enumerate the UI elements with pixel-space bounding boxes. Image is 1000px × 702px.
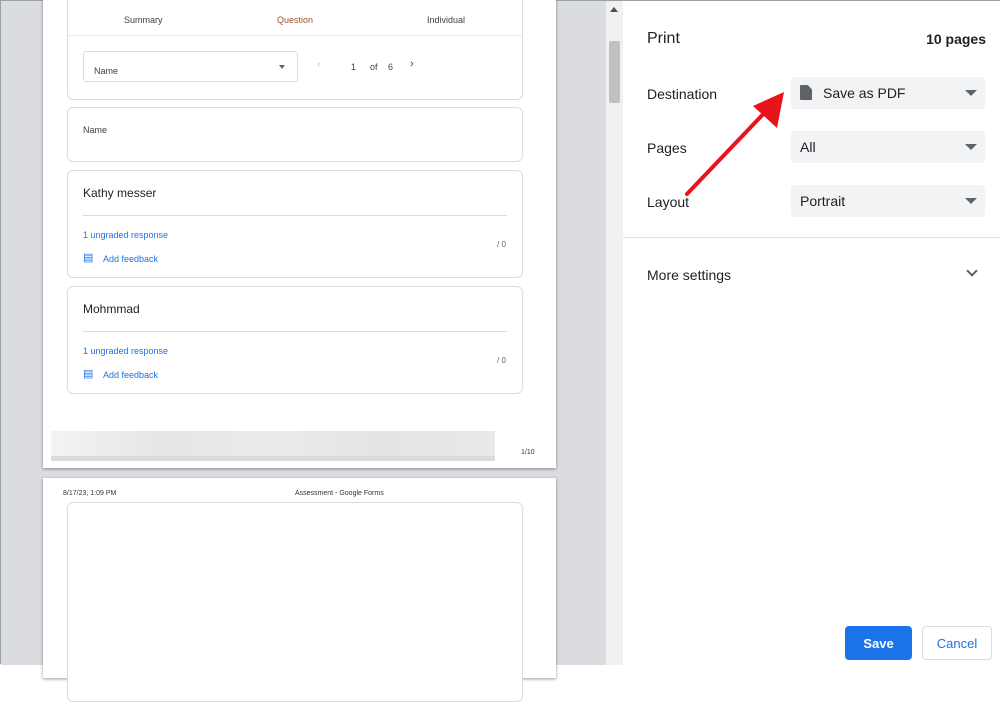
- ungraded-link[interactable]: 1 ungraded response: [83, 230, 168, 240]
- dropdown-caret-icon: [965, 90, 977, 96]
- pages-select[interactable]: All: [791, 131, 985, 163]
- destination-select[interactable]: Save as PDF: [791, 77, 985, 109]
- add-feedback-link[interactable]: Add feedback: [103, 254, 158, 264]
- layout-value: Portrait: [800, 193, 846, 209]
- chevron-down-icon: [966, 265, 978, 277]
- file-icon: [800, 85, 812, 100]
- save-button[interactable]: Save: [845, 626, 912, 660]
- score: / 0: [497, 240, 506, 249]
- feedback-icon: ▤: [83, 252, 94, 264]
- cancel-button[interactable]: Cancel: [922, 626, 992, 660]
- pager-total: 6: [388, 62, 394, 72]
- preview-page-1: Summary Question Individual Name ‹ 1 of …: [43, 0, 556, 468]
- panel-title: Print: [647, 30, 680, 47]
- more-settings-toggle[interactable]: More settings: [623, 251, 1000, 297]
- print-preview: Summary Question Individual Name ‹ 1 of …: [1, 0, 606, 702]
- dropdown-caret-icon: [279, 65, 285, 69]
- pager-current: 1: [351, 62, 357, 72]
- tab-summary[interactable]: Summary: [124, 15, 163, 25]
- question-card: Name: [67, 107, 523, 162]
- feedback-icon: ▤: [83, 368, 94, 380]
- pager-of: of: [370, 62, 378, 72]
- page-number: 1/10: [521, 449, 535, 456]
- response-card: Mohmmad 1 ungraded response / 0 ▤ Add fe…: [67, 286, 523, 394]
- preview-scrollbar[interactable]: [606, 1, 623, 665]
- more-settings-label: More settings: [647, 267, 732, 283]
- dropdown-caret-icon: [965, 198, 977, 204]
- scrollbar-thumb[interactable]: [609, 41, 620, 103]
- score: / 0: [497, 356, 506, 365]
- page-scrollbar-artifact: [51, 431, 495, 461]
- print-settings-panel: Print 10 pages Destination Save as PDF P…: [623, 1, 1000, 665]
- page-count: 10 pages: [926, 31, 986, 47]
- page2-card: [67, 502, 523, 702]
- tabs-card: Summary Question Individual Name ‹ 1 of …: [67, 0, 523, 100]
- page-date: 8/17/23, 1:09 PM: [63, 490, 117, 497]
- destination-value: Save as PDF: [823, 85, 906, 101]
- red-arrow-annotation: [685, 92, 784, 196]
- response-name: Mohmmad: [83, 302, 140, 316]
- pages-value: All: [800, 139, 816, 155]
- page-title: Assessment - Google Forms: [295, 490, 384, 497]
- dropdown-caret-icon: [965, 144, 977, 150]
- tab-question[interactable]: Question: [277, 15, 313, 25]
- question-title: Name: [83, 125, 108, 135]
- question-select-value: Name: [94, 66, 119, 76]
- ungraded-link[interactable]: 1 ungraded response: [83, 346, 168, 356]
- preview-page-2: 8/17/23, 1:09 PM Assessment - Google For…: [43, 478, 556, 702]
- tab-individual[interactable]: Individual: [427, 15, 465, 25]
- question-select[interactable]: Name: [83, 51, 298, 82]
- next-icon[interactable]: ›: [410, 58, 414, 70]
- response-card: Kathy messer 1 ungraded response / 0 ▤ A…: [67, 170, 523, 278]
- layout-select[interactable]: Portrait: [791, 185, 985, 217]
- add-feedback-link[interactable]: Add feedback: [103, 370, 158, 380]
- prev-icon[interactable]: ‹: [317, 59, 320, 70]
- response-name: Kathy messer: [83, 186, 157, 200]
- scroll-up-icon[interactable]: [610, 7, 618, 12]
